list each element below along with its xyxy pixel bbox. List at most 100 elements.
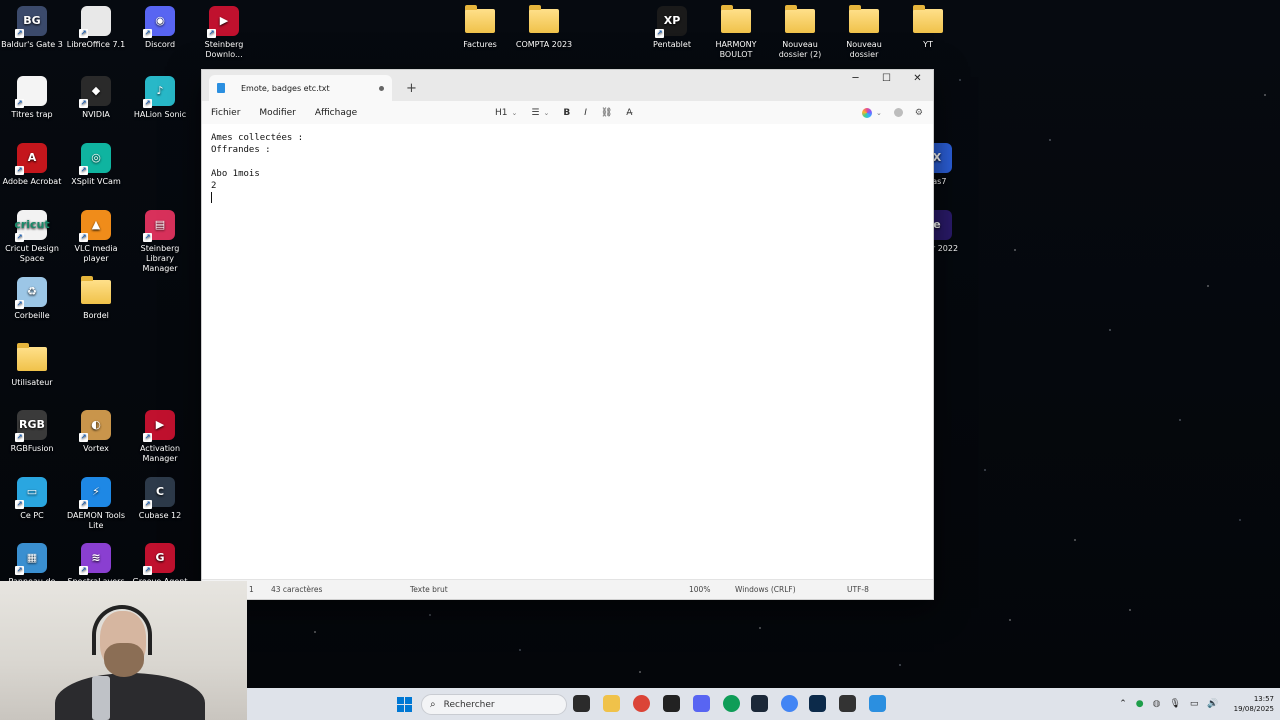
unsaved-dot-icon[interactable] xyxy=(379,85,384,91)
desktop-icon-label: VLC media player xyxy=(74,244,118,263)
taskbar-app-chrome-alt-icon[interactable] xyxy=(781,695,798,712)
clear-formatting-button[interactable]: A̶ xyxy=(626,108,632,118)
desktop-icon[interactable]: Factures xyxy=(448,5,512,50)
taskbar-app-steam-icon[interactable] xyxy=(751,695,768,712)
desktop-icon[interactable]: ◆ NVIDIA xyxy=(64,76,128,120)
window-controls: ─ ☐ ✕ xyxy=(840,70,933,86)
italic-button[interactable]: I xyxy=(584,108,587,118)
desktop-icon[interactable]: ◎ XSplit VCam xyxy=(64,143,128,187)
desktop-icon[interactable]: ⚡ DAEMON Tools Lite xyxy=(64,477,128,531)
desktop-icon[interactable]: cricut Cricut Design Space xyxy=(0,210,64,264)
account-icon[interactable] xyxy=(893,108,903,117)
volume-icon[interactable]: 🔊 xyxy=(1207,699,1218,709)
microphone-icon[interactable]: 🎙 xyxy=(1169,699,1180,709)
desktop-icon[interactable]: ◉ Discord xyxy=(128,6,192,50)
desktop-icon-label: Nouveau dossier xyxy=(846,40,882,59)
tab-emote-badges[interactable]: Emote, badges etc.txt xyxy=(209,75,392,101)
folder-icon xyxy=(529,5,559,33)
desktop-icon[interactable]: ▶ Activation Manager xyxy=(128,410,192,464)
desktop-icon-label: Cricut Design Space xyxy=(5,244,59,263)
taskbar-app-file-explorer-icon[interactable] xyxy=(603,695,620,712)
minimize-button[interactable]: ─ xyxy=(840,70,871,86)
taskbar-app-task-view-icon[interactable] xyxy=(573,695,590,712)
taskbar-app-openai-icon[interactable] xyxy=(663,695,680,712)
menu-file[interactable]: Fichier xyxy=(211,108,240,118)
copilot-button[interactable]: ⌄ xyxy=(862,107,882,118)
desktop-icon[interactable]: Bordel xyxy=(64,276,128,321)
text-editor[interactable]: Ames collectées : Offrandes : Abo 1mois … xyxy=(202,124,933,579)
status-line: 1 xyxy=(249,585,254,594)
desktop-icon-label: Corbeille xyxy=(14,311,50,320)
close-button[interactable]: ✕ xyxy=(902,70,933,86)
editor-line: Ames collectées : xyxy=(211,133,304,143)
taskbar-search[interactable]: ⌕ Rechercher xyxy=(421,694,567,715)
desktop-icon[interactable]: C Cubase 12 xyxy=(128,477,192,521)
folder-icon xyxy=(17,343,47,371)
taskbar-app-chrome-icon[interactable] xyxy=(633,695,650,712)
desktop-icon-label: Utilisateur xyxy=(11,378,53,387)
title-bar[interactable]: Emote, badges etc.txt + ─ ☐ ✕ xyxy=(202,70,933,101)
desktop-icon[interactable]: COMPTA 2023 xyxy=(512,5,576,50)
status-format[interactable]: Texte brut xyxy=(410,585,448,594)
list-dropdown[interactable]: ☰ ⌄ xyxy=(531,108,549,118)
desktop-icon[interactable]: Titres trap xyxy=(0,76,64,120)
desktop-icon[interactable]: Nouveau dossier (2) xyxy=(768,5,832,60)
settings-gear-icon[interactable]: ⚙ xyxy=(915,108,923,118)
desktop-icon[interactable]: YT xyxy=(896,5,960,50)
taskbar-app-discord-icon[interactable] xyxy=(693,695,710,712)
chevron-up-icon[interactable]: ⌃ xyxy=(1119,699,1127,709)
taskbar-app-terminal-icon[interactable] xyxy=(809,695,826,712)
app-icon: ▶ xyxy=(207,6,239,38)
status-char-count: 43 caractères xyxy=(271,585,323,594)
desktop-icon[interactable]: ▤Steinberg Library Manager xyxy=(128,210,192,274)
desktop-icon[interactable]: ♪ HALion Sonic xyxy=(128,76,192,120)
desktop-icon[interactable]: Nouveau dossier xyxy=(832,5,896,60)
network-icon[interactable]: ◍ xyxy=(1153,699,1161,709)
desktop-icon[interactable]: HARMONY BOULOT xyxy=(704,5,768,60)
desktop-icon-label: HARMONY BOULOT xyxy=(715,40,757,59)
app-icon: ♪ xyxy=(143,76,175,108)
format-toolbar: H1 ⌄ ☰ ⌄ B I ⛓ A̶ xyxy=(495,101,646,124)
menu-edit[interactable]: Modifier xyxy=(259,108,295,118)
chevron-down-icon: ⌄ xyxy=(511,108,518,117)
monitor-icon[interactable]: ▭ xyxy=(1190,699,1199,709)
start-button[interactable] xyxy=(397,697,412,712)
folder-icon xyxy=(785,5,815,33)
editor-caret-line xyxy=(211,192,924,204)
heading-dropdown[interactable]: H1 ⌄ xyxy=(495,108,517,118)
desktop-icon[interactable]: BG Baldur's Gate 3 xyxy=(0,6,64,50)
desktop-icon-label: HALion Sonic xyxy=(133,110,187,119)
bold-button[interactable]: B xyxy=(563,108,570,118)
clock[interactable]: 13:57 19/08/2025 xyxy=(1234,694,1274,714)
desktop-icon[interactable]: XP Pentablet xyxy=(640,6,704,50)
desktop-icon[interactable]: ◐ Vortex xyxy=(64,410,128,454)
heading-label: H1 xyxy=(495,107,508,118)
desktop-icon[interactable]: LibreOffice 7.1 xyxy=(64,6,128,50)
status-encoding[interactable]: UTF-8 xyxy=(847,585,869,594)
shield-icon[interactable]: ● xyxy=(1136,699,1144,709)
status-zoom[interactable]: 100% xyxy=(689,585,710,594)
status-line-ending[interactable]: Windows (CRLF) xyxy=(735,585,796,594)
app-icon: cricut xyxy=(14,210,50,242)
desktop-icon[interactable]: A Adobe Acrobat xyxy=(0,143,64,187)
desktop-icon[interactable]: ♻ Corbeille xyxy=(0,277,64,321)
new-tab-button[interactable]: + xyxy=(406,81,417,96)
folder-icon xyxy=(721,5,751,33)
taskbar-app-notepad-icon[interactable] xyxy=(869,695,886,712)
app-icon: A xyxy=(15,143,47,175)
app-icon: ◉ xyxy=(143,6,175,38)
taskbar-app-chrome-profile-icon[interactable] xyxy=(723,695,740,712)
desktop-icon[interactable]: ▲ VLC media player xyxy=(64,210,128,264)
app-icon: ▭ xyxy=(15,477,47,509)
app-icon: ▶ xyxy=(143,410,175,442)
app-icon: C xyxy=(143,477,175,509)
link-button[interactable]: ⛓ xyxy=(601,108,612,118)
folder-icon xyxy=(849,5,879,33)
taskbar-app-obs-icon[interactable] xyxy=(839,695,856,712)
desktop-icon[interactable]: RGB RGBFusion xyxy=(0,410,64,454)
menu-view[interactable]: Affichage xyxy=(315,108,357,118)
maximize-button[interactable]: ☐ xyxy=(871,70,902,86)
desktop-icon[interactable]: ▭ Ce PC xyxy=(0,477,64,521)
desktop-icon[interactable]: Utilisateur xyxy=(0,343,64,388)
desktop-icon[interactable]: ▶ Steinberg Downlo... xyxy=(192,6,256,60)
